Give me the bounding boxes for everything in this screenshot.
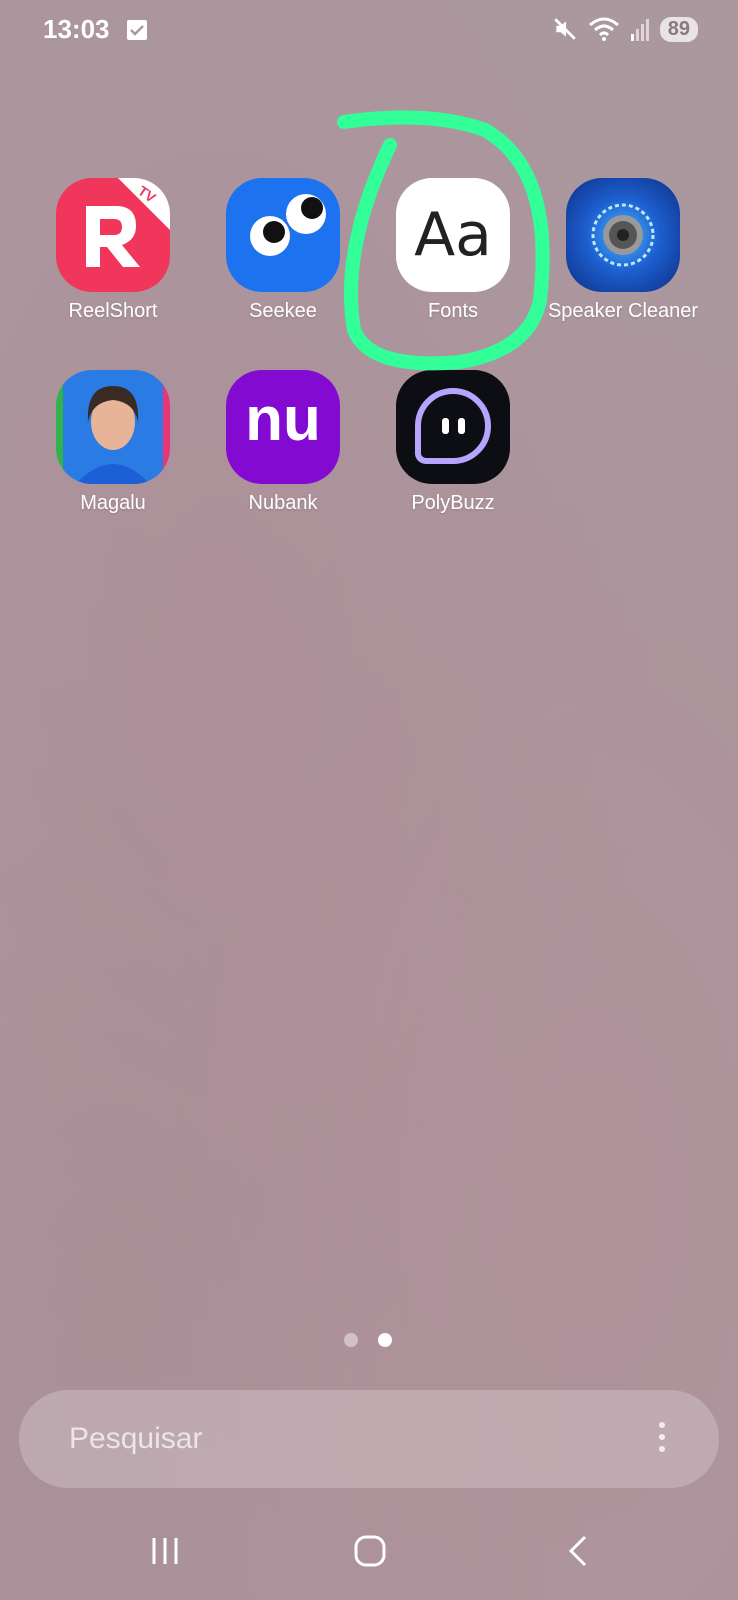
reelshort-icon: TV bbox=[56, 178, 170, 292]
app-label: Magalu bbox=[80, 492, 146, 514]
search-placeholder[interactable]: Pesquisar bbox=[69, 1422, 202, 1456]
wifi-icon bbox=[588, 17, 619, 41]
page-indicator bbox=[344, 1333, 392, 1347]
signal-icon bbox=[630, 19, 649, 41]
app-speaker-cleaner[interactable]: Speaker Cleaner bbox=[538, 178, 708, 323]
home-icon[interactable] bbox=[353, 1534, 387, 1568]
app-label: Nubank bbox=[248, 492, 318, 514]
clock: 13:03 bbox=[43, 14, 110, 44]
app-nubank[interactable]: nu Nubank bbox=[198, 370, 368, 515]
app-search-bar[interactable]: Pesquisar bbox=[19, 1390, 719, 1488]
more-options-icon[interactable] bbox=[659, 1422, 667, 1458]
speaker-cleaner-icon bbox=[566, 178, 680, 292]
nubank-icon: nu bbox=[226, 370, 340, 484]
recent-apps-icon[interactable] bbox=[148, 1534, 182, 1568]
status-bar: 13:03 89 bbox=[0, 0, 738, 64]
app-label: Speaker Cleaner bbox=[547, 300, 699, 322]
page-dot-2[interactable] bbox=[378, 1333, 392, 1347]
back-icon[interactable] bbox=[565, 1534, 591, 1568]
app-polybuzz[interactable]: PolyBuzz bbox=[368, 370, 538, 515]
navigation-bar bbox=[0, 1520, 738, 1600]
page-dot-1[interactable] bbox=[344, 1333, 358, 1347]
magalu-icon bbox=[56, 370, 170, 484]
mute-icon bbox=[554, 18, 576, 40]
app-magalu[interactable]: Magalu bbox=[28, 370, 198, 515]
polybuzz-icon bbox=[396, 370, 510, 484]
battery-level: 89 bbox=[659, 16, 698, 42]
seekee-icon bbox=[226, 178, 340, 292]
nubank-glyph: nu bbox=[245, 385, 321, 454]
checklist-notification-icon bbox=[127, 20, 147, 40]
green-circle-annotation bbox=[337, 110, 550, 371]
app-reelshort[interactable]: TV ReelShort bbox=[28, 178, 198, 323]
app-label: PolyBuzz bbox=[411, 492, 495, 514]
app-label: ReelShort bbox=[68, 300, 158, 322]
